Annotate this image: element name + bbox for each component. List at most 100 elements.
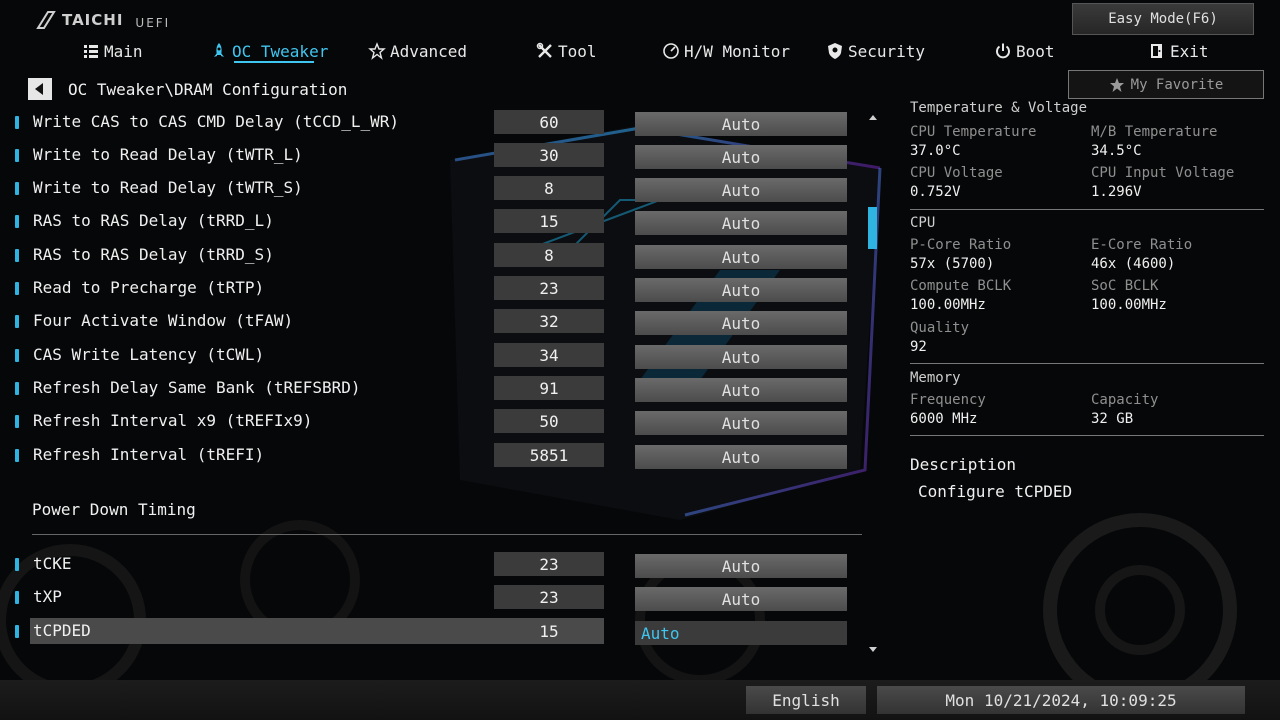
favorite-label: My Favorite: [1130, 76, 1224, 93]
setting-row-tcwl[interactable]: CAS Write Latency (tCWL) 34 Auto: [0, 342, 870, 369]
setting-current-value: 30: [494, 143, 604, 167]
brand-name: TAICHI: [62, 11, 124, 29]
description-text: Configure tCPDED: [918, 482, 1073, 501]
tab-security[interactable]: Security: [826, 40, 925, 62]
scroll-up-arrow-icon[interactable]: [869, 115, 877, 120]
easy-mode-button[interactable]: Easy Mode(F6): [1072, 3, 1254, 35]
setting-row-tcke[interactable]: tCKE 23 Auto: [0, 551, 870, 578]
setting-option-dropdown[interactable]: Auto: [635, 378, 847, 402]
cpu-temp-value: 37.0°C: [910, 143, 961, 159]
language-selector[interactable]: English: [746, 686, 866, 714]
setting-label: Refresh Interval x9 (tREFIx9): [33, 411, 313, 430]
tab-hw-monitor[interactable]: H/W Monitor: [662, 40, 790, 62]
row-indicator: [15, 349, 19, 362]
setting-label: Write to Read Delay (tWTR_L): [33, 145, 303, 164]
tab-main[interactable]: Main: [82, 40, 143, 62]
tab-label: Exit: [1170, 41, 1209, 61]
panel-divider: [910, 435, 1264, 436]
setting-option-dropdown[interactable]: Auto: [635, 278, 847, 302]
setting-option-dropdown[interactable]: Auto: [635, 145, 847, 169]
tab-label: Main: [104, 41, 143, 61]
cpu-input-voltage-label: CPU Input Voltage: [1091, 165, 1235, 181]
memory-frequency-label: Frequency: [910, 392, 986, 408]
temp-voltage-title: Temperature & Voltage: [910, 100, 1088, 116]
setting-row-twtr-l[interactable]: Write to Read Delay (tWTR_L) 30 Auto: [0, 142, 870, 169]
setting-label: RAS to RAS Delay (tRRD_L): [33, 211, 274, 230]
mb-temp-label: M/B Temperature: [1091, 124, 1218, 140]
setting-row-tcpded[interactable]: tCPDED 15 Auto: [0, 618, 870, 645]
setting-current-value: 8: [494, 176, 604, 200]
setting-current-value: 23: [494, 276, 604, 300]
setting-option-dropdown[interactable]: Auto: [635, 112, 847, 136]
setting-current-value: 91: [494, 376, 604, 400]
setting-option-dropdown[interactable]: Auto: [635, 211, 847, 235]
setting-row-twtr-s[interactable]: Write to Read Delay (tWTR_S) 8 Auto: [0, 175, 870, 202]
row-indicator: [15, 249, 19, 262]
setting-option-dropdown[interactable]: Auto: [635, 621, 847, 645]
tab-label: OC Tweaker: [232, 41, 329, 61]
row-indicator: [15, 558, 19, 571]
rocket-icon: [214, 43, 224, 57]
setting-row-trtp[interactable]: Read to Precharge (tRTP) 23 Auto: [0, 275, 870, 302]
tab-label: H/W Monitor: [684, 41, 790, 61]
setting-option-dropdown[interactable]: Auto: [635, 178, 847, 202]
row-indicator: [15, 149, 19, 162]
setting-row-trefix9[interactable]: Refresh Interval x9 (tREFIx9) 50 Auto: [0, 408, 870, 435]
cpu-voltage-value: 0.752V: [910, 184, 961, 200]
star-icon: [368, 42, 386, 60]
setting-option-dropdown[interactable]: Auto: [635, 554, 847, 578]
setting-current-value: 50: [494, 409, 604, 433]
back-button[interactable]: [28, 78, 52, 100]
row-indicator: [15, 215, 19, 228]
tab-label: Advanced: [390, 41, 468, 61]
star-icon: [1109, 77, 1124, 92]
quality-value: 92: [910, 339, 927, 355]
setting-label: Refresh Delay Same Bank (tREFSBRD): [33, 378, 361, 397]
setting-label: Four Activate Window (tFAW): [33, 311, 294, 330]
power-icon: [996, 43, 1010, 59]
setting-label: RAS to RAS Delay (tRRD_S): [33, 245, 274, 264]
scrollbar-thumb[interactable]: [868, 207, 877, 249]
tab-oc-tweaker[interactable]: OC Tweaker: [210, 40, 328, 62]
setting-row-tfaw[interactable]: Four Activate Window (tFAW) 32 Auto: [0, 308, 870, 335]
setting-current-value: 5851: [494, 443, 604, 467]
panel-divider: [910, 209, 1264, 210]
setting-row-trrd-s[interactable]: RAS to RAS Delay (tRRD_S) 8 Auto: [0, 242, 870, 269]
description-title: Description: [910, 455, 1016, 474]
row-indicator: [15, 591, 19, 604]
setting-row-trefsbrd[interactable]: Refresh Delay Same Bank (tREFSBRD) 91 Au…: [0, 375, 870, 402]
setting-row-trefi[interactable]: Refresh Interval (tREFI) 5851 Auto: [0, 442, 870, 469]
setting-option-dropdown[interactable]: Auto: [635, 311, 847, 335]
setting-option-dropdown[interactable]: Auto: [635, 345, 847, 369]
compute-bclk-value: 100.00MHz: [910, 297, 986, 313]
setting-option-dropdown[interactable]: Auto: [635, 411, 847, 435]
active-tab-underline: [234, 61, 314, 63]
tab-label: Security: [848, 41, 926, 61]
setting-label: Write CAS to CAS CMD Delay (tCCD_L_WR): [33, 112, 400, 131]
row-indicator: [15, 382, 19, 395]
cpu-temp-label: CPU Temperature: [910, 124, 1037, 140]
pcore-ratio-value: 57x (5700): [910, 256, 995, 272]
setting-row-trrd-l[interactable]: RAS to RAS Delay (tRRD_L) 15 Auto: [0, 208, 870, 235]
memory-frequency-value: 6000 MHz: [910, 411, 978, 427]
tab-exit[interactable]: Exit: [1148, 40, 1209, 62]
setting-row-txp[interactable]: tXP 23 Auto: [0, 584, 870, 611]
setting-row-tccd-l-wr[interactable]: Write CAS to CAS CMD Delay (tCCD_L_WR) 6…: [0, 109, 870, 136]
setting-option-dropdown[interactable]: Auto: [635, 445, 847, 469]
ecore-ratio-value: 46x (4600): [1091, 256, 1176, 272]
my-favorite-button[interactable]: My Favorite: [1068, 70, 1264, 99]
tab-boot[interactable]: Boot: [994, 40, 1055, 62]
setting-label: CAS Write Latency (tCWL): [33, 345, 265, 364]
breadcrumb: OC Tweaker\DRAM Configuration: [28, 78, 347, 100]
setting-current-value: 23: [494, 585, 604, 609]
cpu-voltage-label: CPU Voltage: [910, 165, 1003, 181]
setting-option-dropdown[interactable]: Auto: [635, 587, 847, 611]
scroll-down-arrow-icon[interactable]: [869, 647, 877, 652]
list-icon: [84, 45, 98, 58]
setting-option-dropdown[interactable]: Auto: [635, 245, 847, 269]
tab-advanced[interactable]: Advanced: [368, 40, 467, 62]
top-nav: Main OC Tweaker Advanced Tool H/W Monito…: [0, 36, 1280, 66]
setting-label: Refresh Interval (tREFI): [33, 445, 265, 464]
setting-label: tCPDED: [33, 621, 91, 640]
tab-tool[interactable]: Tool: [536, 40, 597, 62]
